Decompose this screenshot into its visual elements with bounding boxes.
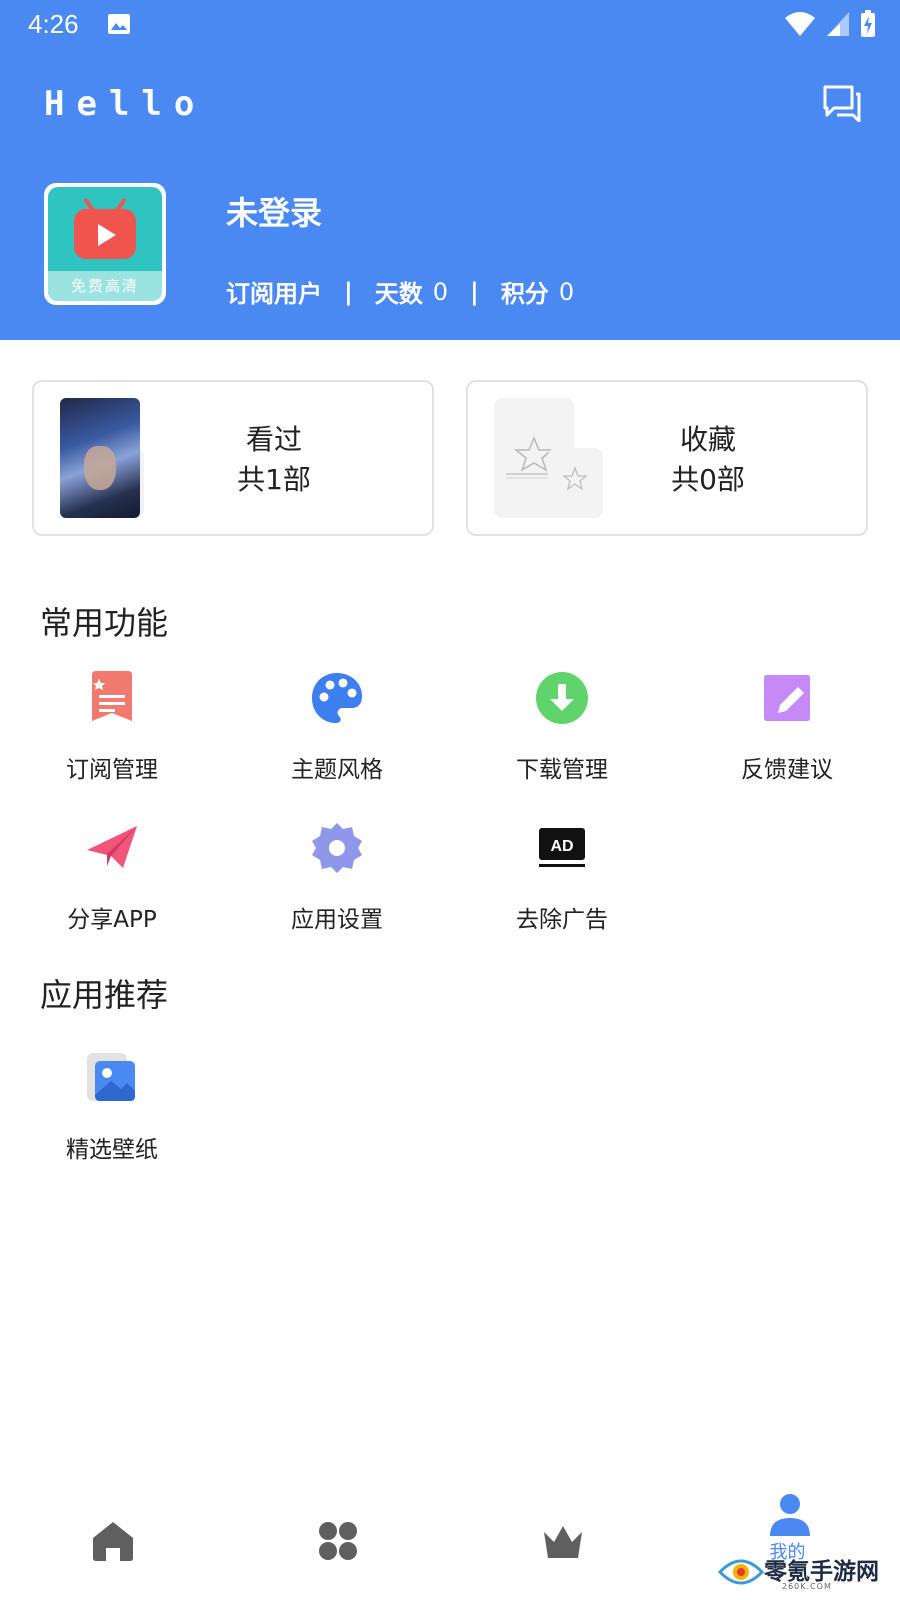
- apps-grid-icon: [319, 1522, 357, 1560]
- wifi-icon: [785, 12, 815, 36]
- profile-header: 4:26 Hello 免费高清 未登录 订阅用户 | 天数 0 | 积分 0: [0, 0, 900, 340]
- points-value: 0: [558, 277, 575, 306]
- share-app-label: 分享APP: [67, 907, 157, 933]
- status-icons: [784, 10, 876, 38]
- signal-icon: [827, 12, 849, 36]
- feedback-edit-icon: [764, 675, 810, 721]
- app-settings-button[interactable]: 应用设置: [237, 818, 437, 934]
- favorites-card[interactable]: 收藏 共0部: [466, 380, 868, 536]
- days-label: 天数: [374, 280, 423, 308]
- theme-style-button[interactable]: 主题风格: [237, 668, 437, 784]
- app-logo[interactable]: 免费高清: [44, 183, 166, 305]
- divider: |: [470, 277, 479, 306]
- user-stats: 订阅用户 | 天数 0 | 积分 0: [226, 274, 574, 309]
- settings-gear-icon: [312, 823, 362, 873]
- paper-plane-icon: [87, 826, 137, 868]
- ad-icon-text: AD: [550, 838, 573, 855]
- app-settings-label: 应用设置: [291, 907, 383, 933]
- image-icon: [108, 14, 130, 34]
- days-value: 0: [432, 277, 449, 306]
- empty-placeholder: [548, 448, 603, 518]
- user-icon: [770, 1494, 810, 1536]
- recommendations-title: 应用推荐: [40, 976, 169, 1014]
- theme-style-label: 主题风格: [291, 757, 383, 783]
- subscription-management-label: 订阅管理: [66, 757, 158, 783]
- subscription-management-button[interactable]: 订阅管理: [12, 668, 212, 784]
- chat-icon[interactable]: [822, 84, 862, 122]
- remove-ads-button[interactable]: AD 去除广告: [462, 818, 662, 934]
- history-count: 共1部: [237, 463, 311, 496]
- watermark-eye-icon: [718, 1559, 764, 1585]
- palette-icon: [312, 673, 362, 723]
- feedback-button[interactable]: 反馈建议: [687, 668, 887, 784]
- wallpaper-label: 精选壁纸: [66, 1137, 158, 1163]
- history-cover-image: [60, 398, 140, 518]
- app-logo-badge: 免费高清: [48, 271, 162, 301]
- subscription-icon: [92, 671, 132, 721]
- home-icon: [93, 1522, 133, 1561]
- points-label: 积分: [500, 280, 549, 308]
- watermark-subtext: 260K.COM: [782, 1582, 832, 1591]
- crown-icon: [544, 1526, 582, 1558]
- star-icon: [562, 466, 588, 491]
- ad-icon: AD: [539, 828, 585, 867]
- history-title: 看过: [245, 423, 302, 456]
- divider: |: [344, 277, 353, 306]
- subscription-label: 订阅用户: [226, 280, 322, 308]
- nav-apps[interactable]: [225, 1466, 450, 1600]
- common-functions-title: 常用功能: [40, 604, 169, 642]
- nav-home[interactable]: [0, 1466, 225, 1600]
- nav-vip[interactable]: [450, 1466, 675, 1600]
- download-icon: [536, 672, 588, 724]
- favorites-count: 共0部: [671, 463, 745, 496]
- share-app-button[interactable]: 分享APP: [12, 818, 212, 934]
- watermark-logo: 零氪手游网 260K.COM: [716, 1544, 900, 1600]
- battery-charging-icon: [861, 10, 875, 37]
- status-bar: 4:26: [0, 0, 900, 50]
- greeting-title: Hello: [44, 84, 207, 124]
- download-management-button[interactable]: 下载管理: [462, 668, 662, 784]
- feedback-label: 反馈建议: [741, 757, 833, 783]
- status-time: 4:26: [28, 9, 79, 39]
- wallpaper-icon: [87, 1053, 135, 1101]
- tv-play-icon: [74, 209, 136, 259]
- wallpaper-app-button[interactable]: 精选壁纸: [12, 1048, 212, 1164]
- history-card[interactable]: 看过 共1部: [32, 380, 434, 536]
- remove-ads-label: 去除广告: [516, 907, 608, 933]
- watermark-text: 零氪手游网: [764, 1559, 879, 1585]
- user-name[interactable]: 未登录: [226, 188, 322, 234]
- download-management-label: 下载管理: [516, 757, 608, 783]
- favorites-title: 收藏: [679, 423, 736, 456]
